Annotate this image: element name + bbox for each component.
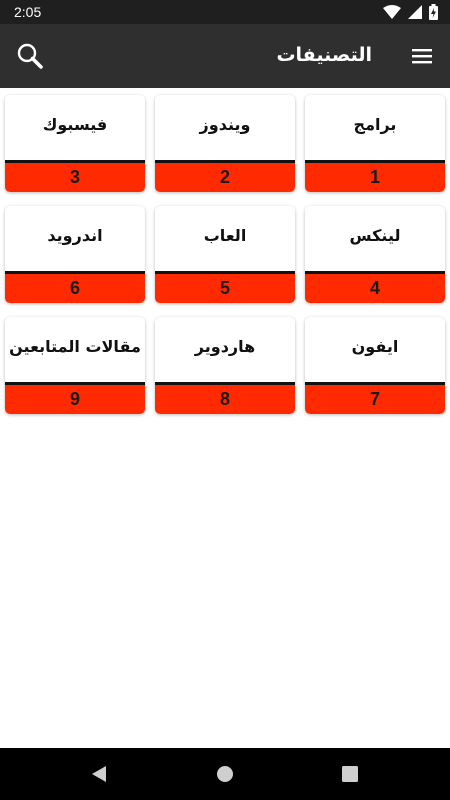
category-card[interactable]: هاردوير 8 — [155, 317, 295, 414]
category-label: فيسبوك — [42, 115, 108, 134]
category-number: 2 — [155, 163, 295, 192]
search-icon[interactable] — [16, 42, 44, 70]
category-label: اندرويد — [47, 226, 103, 245]
category-card[interactable]: العاب 5 — [155, 206, 295, 303]
system-nav-bar — [0, 748, 450, 800]
category-label: لينكس — [349, 226, 401, 245]
battery-charging-icon — [429, 4, 438, 20]
status-bar: 2:05 — [0, 0, 450, 24]
home-icon[interactable] — [215, 764, 235, 784]
category-number: 1 — [305, 163, 445, 192]
signal-icon — [408, 5, 422, 19]
category-card[interactable]: ويندوز 2 — [155, 95, 295, 192]
category-number: 7 — [305, 385, 445, 414]
category-label: هاردوير — [194, 337, 256, 356]
category-card[interactable]: برامج 1 — [305, 95, 445, 192]
category-label: برامج — [353, 115, 397, 134]
category-number: 3 — [5, 163, 145, 192]
status-icons — [383, 4, 438, 20]
status-time: 2:05 — [14, 4, 42, 20]
page-title: التصنيفات — [276, 44, 372, 66]
category-number: 8 — [155, 385, 295, 414]
category-number: 5 — [155, 274, 295, 303]
category-card[interactable]: ايفون 7 — [305, 317, 445, 414]
category-label: ويندوز — [199, 115, 251, 134]
category-number: 9 — [5, 385, 145, 414]
category-label: مقالات المتابعين — [9, 337, 141, 356]
category-label: العاب — [203, 226, 247, 245]
category-label: ايفون — [351, 337, 399, 356]
category-number: 6 — [5, 274, 145, 303]
back-icon[interactable] — [89, 764, 109, 784]
wifi-icon — [383, 5, 401, 19]
hamburger-menu-icon[interactable] — [410, 44, 434, 68]
category-card[interactable]: فيسبوك 3 — [5, 95, 145, 192]
app-bar: التصنيفات — [0, 24, 450, 88]
category-card[interactable]: مقالات المتابعين 9 — [5, 317, 145, 414]
category-card[interactable]: اندرويد 6 — [5, 206, 145, 303]
category-card[interactable]: لينكس 4 — [305, 206, 445, 303]
category-number: 4 — [305, 274, 445, 303]
recents-icon[interactable] — [340, 764, 360, 784]
